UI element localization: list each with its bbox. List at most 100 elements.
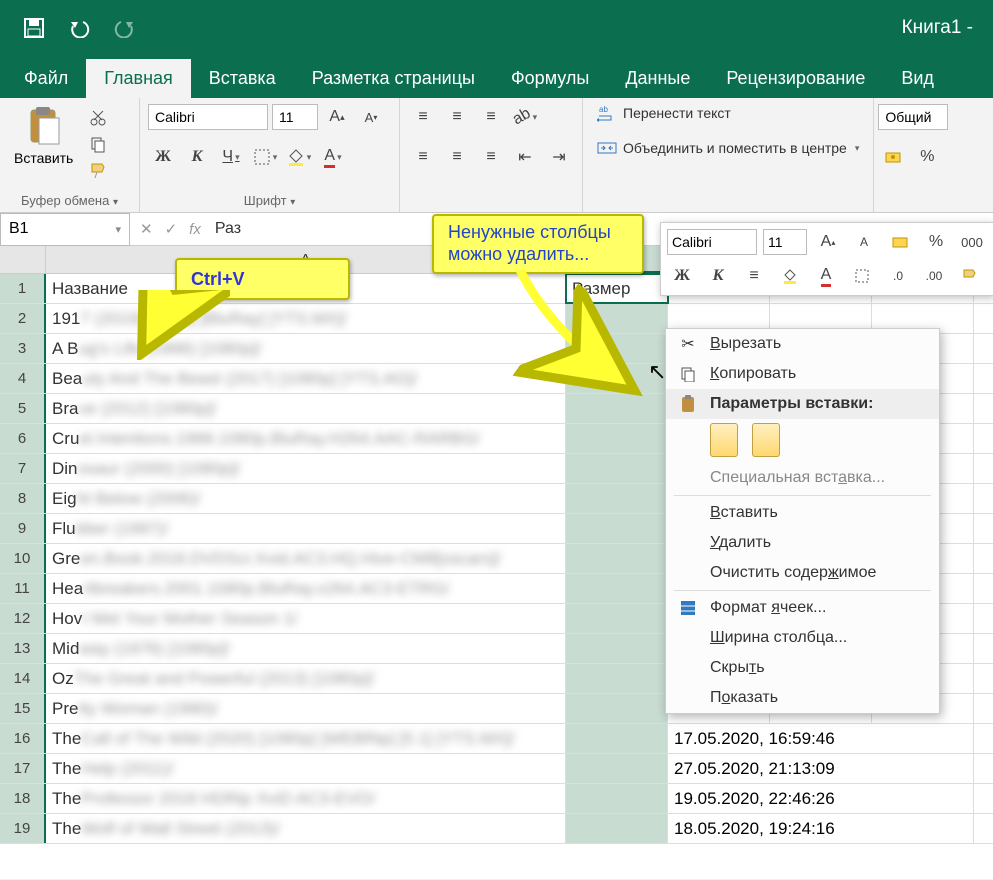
- tab-insert[interactable]: Вставка: [191, 59, 294, 98]
- cell-B17[interactable]: [566, 754, 668, 783]
- cell-B16[interactable]: [566, 724, 668, 753]
- italic-button[interactable]: К: [182, 144, 212, 170]
- cell-B15[interactable]: [566, 694, 668, 723]
- row-header-13[interactable]: 13: [0, 634, 46, 663]
- number-format-select[interactable]: [878, 104, 948, 130]
- ctx-hide[interactable]: Скрыть: [666, 653, 939, 683]
- tab-view[interactable]: Вид: [883, 59, 952, 98]
- ctx-clear[interactable]: Очистить содержимое: [666, 558, 939, 588]
- cell-B12[interactable]: [566, 604, 668, 633]
- mini-format-painter-icon[interactable]: [955, 263, 985, 289]
- mini-percent-icon[interactable]: %: [921, 229, 951, 255]
- cell-A3[interactable]: A Bug's Life (1998) [1080p]/: [46, 334, 566, 363]
- row-header-15[interactable]: 15: [0, 694, 46, 723]
- row-header-1[interactable]: 1: [0, 274, 46, 303]
- ctx-insert[interactable]: Вставить: [666, 498, 939, 528]
- mini-currency-icon[interactable]: [885, 229, 915, 255]
- align-right-icon[interactable]: ≡: [476, 144, 506, 170]
- formula-input[interactable]: Раз: [211, 220, 241, 238]
- cell-B14[interactable]: [566, 664, 668, 693]
- paste-button[interactable]: Вставить: [8, 102, 79, 182]
- row-header-8[interactable]: 8: [0, 484, 46, 513]
- fx-icon[interactable]: fx: [189, 221, 201, 238]
- row-header-2[interactable]: 2: [0, 304, 46, 333]
- cell-B18[interactable]: [566, 784, 668, 813]
- ctx-copy[interactable]: Копировать: [666, 359, 939, 389]
- cell-A16[interactable]: The Call of The Wild (2020) [1080p] [WEB…: [46, 724, 566, 753]
- row-header-14[interactable]: 14: [0, 664, 46, 693]
- paste-option-2[interactable]: [752, 423, 780, 457]
- mini-bold-button[interactable]: Ж: [667, 263, 697, 289]
- ctx-paste-special[interactable]: Специальная вставка...: [666, 463, 939, 493]
- row-header-19[interactable]: 19: [0, 814, 46, 843]
- cell-A14[interactable]: Oz The Great and Powerful (2013) [1080p]…: [46, 664, 566, 693]
- name-box[interactable]: B1▾: [0, 213, 130, 246]
- increase-font-icon[interactable]: A▴: [322, 104, 352, 130]
- mini-font-size[interactable]: [763, 229, 807, 255]
- merge-center-button[interactable]: Объединить и поместить в центре ▾: [591, 138, 865, 158]
- align-bottom-icon[interactable]: ≡: [476, 104, 506, 130]
- row-header-3[interactable]: 3: [0, 334, 46, 363]
- mini-increase-font-icon[interactable]: A▴: [813, 229, 843, 255]
- tab-review[interactable]: Рецензирование: [708, 59, 883, 98]
- cell-A15[interactable]: Pretty Woman (1990)/: [46, 694, 566, 723]
- cell-A17[interactable]: The Help (2011)/: [46, 754, 566, 783]
- row-header-16[interactable]: 16: [0, 724, 46, 753]
- mini-dec-decimal-icon[interactable]: .0: [883, 263, 913, 289]
- undo-icon[interactable]: [66, 14, 94, 42]
- cell-A18[interactable]: The Professor 2018 HDRip XviD AC3-EVO/: [46, 784, 566, 813]
- align-left-icon[interactable]: ≡: [408, 144, 438, 170]
- copy-icon[interactable]: [85, 132, 111, 156]
- cell-B19[interactable]: [566, 814, 668, 843]
- mini-font-color-icon[interactable]: A: [811, 263, 841, 289]
- cell-A5[interactable]: Brave (2012) [1080p]/: [46, 394, 566, 423]
- cell-B7[interactable]: [566, 454, 668, 483]
- save-icon[interactable]: [20, 14, 48, 42]
- redo-icon[interactable]: [112, 14, 140, 42]
- cell-A10[interactable]: Green.Book.2018.DVDScr.Xvid.AC3.HQ.Hive-…: [46, 544, 566, 573]
- borders-button[interactable]: ▾: [250, 144, 280, 170]
- mini-align-icon[interactable]: ≡: [739, 263, 769, 289]
- cell-B2[interactable]: [566, 304, 668, 333]
- cell-A2[interactable]: 1917 (2019) [720p] [BluRay] [YTS.MX]/: [46, 304, 566, 333]
- cell-A7[interactable]: Dinosaur (2000) [1080p]/: [46, 454, 566, 483]
- cell-A19[interactable]: The Wolf of Wall Street (2013)/: [46, 814, 566, 843]
- percent-icon[interactable]: %: [912, 144, 942, 170]
- row-header-6[interactable]: 6: [0, 424, 46, 453]
- underline-button[interactable]: Ч▾: [216, 144, 246, 170]
- cell-A8[interactable]: Eight Below (2006)/: [46, 484, 566, 513]
- cell-date-17[interactable]: 27.05.2020, 21:13:09: [668, 754, 974, 783]
- mini-fill-color-icon[interactable]: [775, 263, 805, 289]
- tab-formulas[interactable]: Формулы: [493, 59, 607, 98]
- row-header-10[interactable]: 10: [0, 544, 46, 573]
- select-all-corner[interactable]: [0, 246, 46, 273]
- wrap-text-button[interactable]: abПеренести текст: [591, 102, 865, 124]
- decrease-indent-icon[interactable]: ⇤: [510, 144, 540, 170]
- mini-borders-icon[interactable]: [847, 263, 877, 289]
- orientation-icon[interactable]: ab▾: [510, 104, 540, 130]
- tab-home[interactable]: Главная: [86, 59, 191, 98]
- confirm-icon[interactable]: ✓: [165, 220, 178, 238]
- mini-comma-icon[interactable]: 000: [957, 229, 987, 255]
- cell-date-19[interactable]: 18.05.2020, 19:24:16: [668, 814, 974, 843]
- align-center-icon[interactable]: ≡: [442, 144, 472, 170]
- row-header-5[interactable]: 5: [0, 394, 46, 423]
- ctx-format-cells[interactable]: Формат ячеек...: [666, 593, 939, 623]
- ctx-show[interactable]: Показать: [666, 683, 939, 713]
- currency-icon[interactable]: [878, 144, 908, 170]
- cell-B9[interactable]: [566, 514, 668, 543]
- cut-icon[interactable]: [85, 106, 111, 130]
- bold-button[interactable]: Ж: [148, 144, 178, 170]
- align-middle-icon[interactable]: ≡: [442, 104, 472, 130]
- tab-data[interactable]: Данные: [607, 59, 708, 98]
- align-top-icon[interactable]: ≡: [408, 104, 438, 130]
- tab-file[interactable]: Файл: [6, 59, 86, 98]
- cell-B6[interactable]: [566, 424, 668, 453]
- cell-date-18[interactable]: 19.05.2020, 22:46:26: [668, 784, 974, 813]
- mini-decrease-font-icon[interactable]: A: [849, 229, 879, 255]
- cell-A4[interactable]: Beauty And The Beast (2017) [1080p] [YTS…: [46, 364, 566, 393]
- cell-B11[interactable]: [566, 574, 668, 603]
- font-color-button[interactable]: A▾: [318, 144, 348, 170]
- mini-inc-decimal-icon[interactable]: .00: [919, 263, 949, 289]
- row-header-4[interactable]: 4: [0, 364, 46, 393]
